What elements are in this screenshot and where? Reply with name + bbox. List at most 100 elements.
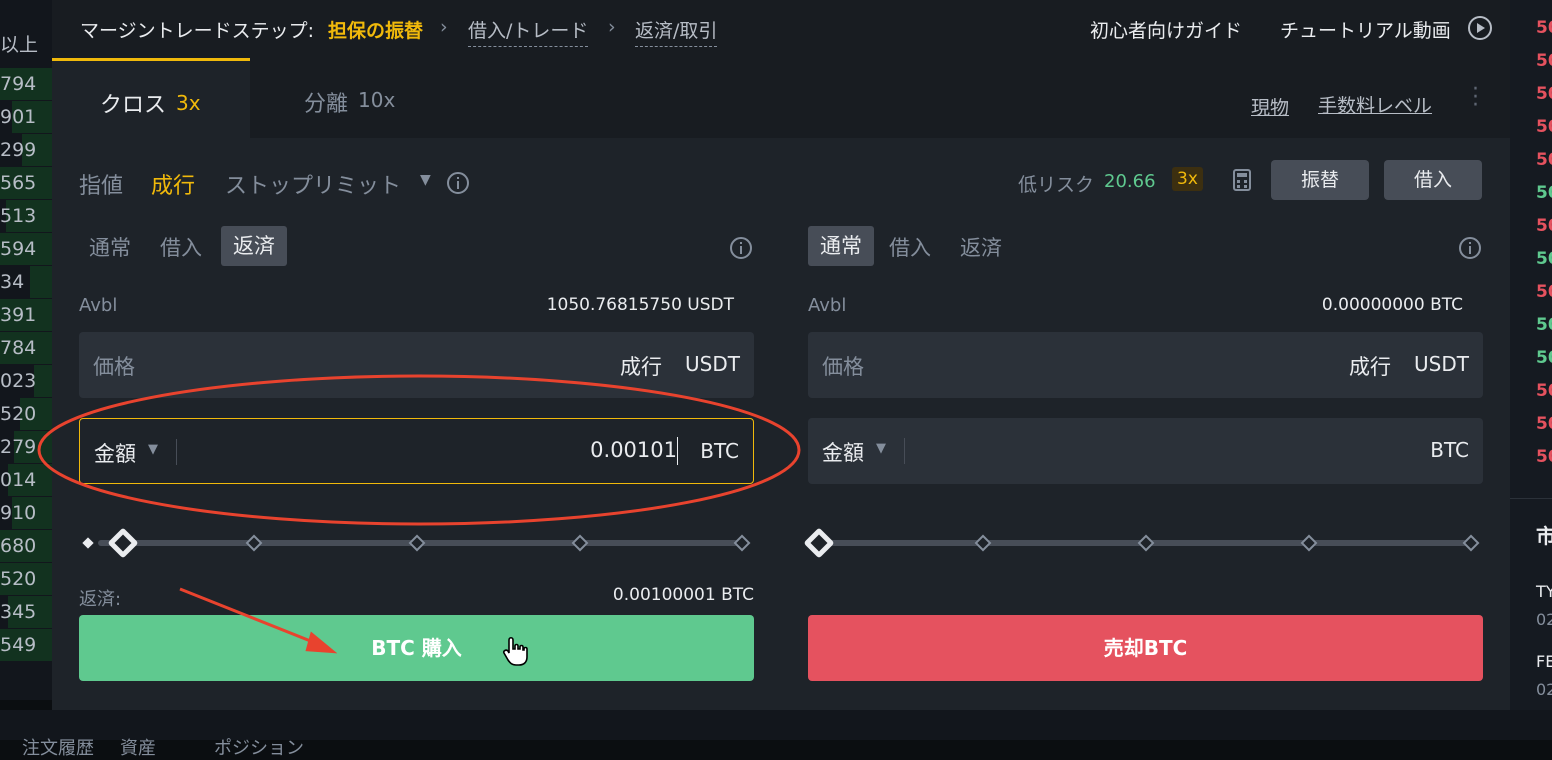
buy-mode-normal[interactable]: 通常 [89,232,131,262]
market-trades-title: 市 [1536,524,1552,548]
order-type-limit[interactable]: 指値 [79,168,123,200]
orderbook-row[interactable]: 014 [0,464,52,496]
orderbook-price: 513 [0,205,37,227]
orderbook-row[interactable]: 299 [0,134,52,166]
orderbook-row[interactable]: 023 [0,365,52,397]
sell-btc-button[interactable]: 売却BTC [808,615,1483,681]
buy-btc-button[interactable]: BTC 購入 [79,615,754,681]
more-vertical-icon[interactable]: · · · [1472,79,1479,117]
borrow-button[interactable]: 借入 [1384,160,1482,200]
risk-leverage-badge: 3x [1172,167,1203,191]
tab-cross-label: クロス [100,93,167,118]
news-item-2[interactable]: FE [1536,652,1552,671]
tab-order-history[interactable]: 注文履歴 [22,734,94,760]
orderbook-price: 594 [0,238,37,260]
sell-mode-borrow[interactable]: 借入 [889,232,931,262]
buy-price-field[interactable]: 価格 成行 USDT [79,332,754,398]
buy-mode-repay[interactable]: 返済 [221,226,287,266]
trade-price: 50 [1536,315,1552,335]
depth-bar [34,365,52,397]
orderbook-price: 299 [0,139,37,161]
info-icon[interactable] [729,236,753,260]
trade-price: 50 [1536,18,1552,38]
sell-mode-repay[interactable]: 返済 [960,232,1002,262]
orderbook-price: 520 [0,568,37,590]
caret-down-icon[interactable]: ▼ [420,172,431,188]
news-date-1: 02 [1536,610,1552,629]
tutorial-video-link[interactable]: チュートリアル動画 [1280,16,1451,43]
orderbook-row[interactable]: 391 [0,299,52,331]
info-icon[interactable] [446,171,470,195]
order-type-stop-limit[interactable]: ストップリミット [225,168,401,200]
orderbook-price: 784 [0,337,37,359]
amount-input[interactable]: 0.00101 [590,438,677,462]
orderbook-row[interactable]: 549 [0,629,52,661]
buy-avbl-value: 1050.76815750 USDT [546,295,734,315]
caret-down-icon[interactable]: ▼ [148,442,158,457]
trade-price: 50 [1536,117,1552,137]
price-unit: USDT [685,352,740,376]
orderbook-row[interactable]: 520 [0,398,52,430]
beginner-guide-link[interactable]: 初心者向けガイド [1090,16,1242,43]
sell-price-field[interactable]: 価格 成行 USDT [808,332,1483,398]
price-placeholder: 価格 [822,355,864,379]
sell-amount-field[interactable]: 金額 ▼ BTC [808,418,1483,484]
orderbook-header: 以上 [0,34,39,56]
news-item-1[interactable]: TY [1536,582,1552,601]
buy-mode-borrow[interactable]: 借入 [160,232,202,262]
amount-type-select[interactable]: 金額 [822,437,864,467]
play-circle-icon[interactable] [1467,15,1493,41]
order-type-market[interactable]: 成行 [151,168,195,200]
chevron-right-icon: › [608,16,616,38]
trade-price: 50 [1536,84,1552,104]
trade-price: 50 [1536,447,1552,467]
tab-positions[interactable]: ポジション [214,734,304,760]
trade-price: 50 [1536,183,1552,203]
orderbook-row[interactable]: 565 [0,167,52,199]
trade-price: 50 [1536,216,1552,236]
orderbook-price: 345 [0,601,37,623]
orderbook-price: 901 [0,106,37,128]
trade-price: 50 [1536,348,1552,368]
orderbook-row[interactable]: 901 [0,101,52,133]
trade-price: 50 [1536,414,1552,434]
orderbook-row[interactable]: 784 [0,332,52,364]
orderbook-row[interactable]: 594 [0,233,52,265]
fee-level-link[interactable]: 手数料レベル [1318,91,1432,118]
orderbook-row[interactable]: 520 [0,563,52,595]
transfer-button[interactable]: 振替 [1271,160,1369,200]
tab-cross-leverage: 3x [176,91,201,115]
orderbook-row[interactable]: 794 [0,68,52,100]
tab-cross[interactable]: クロス 3x [52,58,250,138]
step-borrow-trade[interactable]: 借入/トレード [468,16,589,47]
buy-amount-field[interactable]: 金額 ▼ 0.00101 BTC [79,418,754,484]
orderbook-row[interactable]: 910 [0,497,52,529]
orderbook-price: 680 [0,535,37,557]
step-repay[interactable]: 返済/取引 [635,16,718,47]
caret-down-icon[interactable]: ▼ [876,441,886,456]
tab-isolated-label: 分離 [304,92,349,117]
tab-isolated[interactable]: 分離 10x [250,58,450,138]
tab-isolated-leverage: 10x [358,88,396,112]
orderbook-row[interactable]: 345 [0,596,52,628]
orderbook-price: 023 [0,370,37,392]
spot-link[interactable]: 現物 [1251,93,1289,120]
sell-mode-normal[interactable]: 通常 [808,226,874,266]
step-transfer[interactable]: 担保の振替 [328,16,423,43]
tab-assets[interactable]: 資産 [120,734,156,760]
trade-price: 50 [1536,51,1552,71]
orderbook-price: 565 [0,172,37,194]
orderbook-right-strip: 5050505050505050505050505050 市 TY 02 FE … [1510,0,1552,740]
orderbook-price: 520 [0,403,37,425]
orderbook-row[interactable]: 680 [0,530,52,562]
text-cursor [676,437,678,465]
amount-type-select[interactable]: 金額 [94,438,136,468]
chevron-right-icon: › [440,16,448,38]
trade-price: 50 [1536,249,1552,269]
orderbook-row[interactable]: 279 [0,431,52,463]
calculator-icon[interactable] [1231,168,1253,192]
orderbook-row[interactable]: 513 [0,200,52,232]
orderbook-price: 391 [0,304,37,326]
orderbook-row[interactable]: 34 [0,266,52,298]
info-icon[interactable] [1458,236,1482,260]
